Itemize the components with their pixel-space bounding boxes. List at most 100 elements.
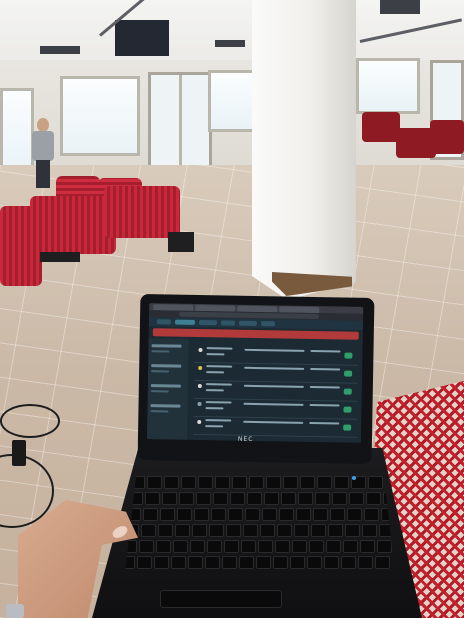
keyboard-key[interactable]: [228, 508, 243, 521]
row-action-button[interactable]: [343, 406, 352, 413]
keyboard-key[interactable]: [192, 524, 207, 537]
keyboard-key[interactable]: [326, 540, 341, 553]
keyboard-key[interactable]: [273, 556, 288, 569]
keyboard-key[interactable]: [349, 492, 364, 505]
keyboard-key[interactable]: [262, 508, 277, 521]
nav-item[interactable]: [220, 320, 236, 326]
sidebar-entry[interactable]: [151, 344, 182, 348]
nav-item[interactable]: [260, 321, 276, 327]
keyboard-key[interactable]: [247, 492, 262, 505]
keyboard-key[interactable]: [279, 508, 294, 521]
keyboard-key[interactable]: [213, 492, 228, 505]
row-action-button[interactable]: [344, 352, 353, 359]
keyboard-key[interactable]: [194, 508, 209, 521]
keyboard-key[interactable]: [330, 508, 345, 521]
keyboard-key[interactable]: [332, 492, 347, 505]
keyboard-key[interactable]: [307, 556, 322, 569]
keyboard-key[interactable]: [260, 524, 275, 537]
keyboard-key[interactable]: [347, 508, 362, 521]
keyboard-key[interactable]: [360, 540, 375, 553]
keyboard-key[interactable]: [241, 540, 256, 553]
keyboard-key[interactable]: [222, 556, 237, 569]
keyboard-key[interactable]: [366, 492, 381, 505]
sidebar-entry[interactable]: [150, 384, 181, 388]
keyboard-key[interactable]: [181, 476, 196, 489]
sidebar-entry[interactable]: [150, 404, 181, 408]
keyboard-key[interactable]: [362, 524, 377, 537]
keyboard-key[interactable]: [249, 476, 264, 489]
row-action-button[interactable]: [343, 424, 352, 431]
keyboard-key[interactable]: [143, 508, 158, 521]
keyboard-key[interactable]: [324, 556, 339, 569]
keyboard-key[interactable]: [292, 540, 307, 553]
keyboard-key[interactable]: [205, 556, 220, 569]
laptop-screen[interactable]: [146, 303, 364, 443]
keyboard-key[interactable]: [309, 540, 324, 553]
keyboard-key[interactable]: [296, 508, 311, 521]
keyboard-key[interactable]: [211, 508, 226, 521]
keyboard-key[interactable]: [364, 508, 379, 521]
keyboard-key[interactable]: [190, 540, 205, 553]
sidebar-entry[interactable]: [151, 364, 182, 368]
keyboard-key[interactable]: [290, 556, 305, 569]
keyboard-key[interactable]: [300, 476, 315, 489]
keyboard-key[interactable]: [224, 540, 239, 553]
keyboard-key[interactable]: [147, 476, 162, 489]
keyboard-key[interactable]: [179, 492, 194, 505]
keyboard-key[interactable]: [226, 524, 241, 537]
spacebar-key[interactable]: [160, 590, 282, 608]
keyboard-key[interactable]: [358, 556, 373, 569]
keyboard-key[interactable]: [188, 556, 203, 569]
keyboard-key[interactable]: [243, 524, 258, 537]
keyboard-key[interactable]: [239, 556, 254, 569]
keyboard-key[interactable]: [154, 556, 169, 569]
keyboard-key[interactable]: [298, 492, 313, 505]
keyboard-key[interactable]: [245, 508, 260, 521]
row-action-button[interactable]: [343, 388, 352, 395]
keyboard-key[interactable]: [343, 540, 358, 553]
keyboard-key[interactable]: [345, 524, 360, 537]
keyboard-key[interactable]: [311, 524, 326, 537]
keyboard-key[interactable]: [158, 524, 173, 537]
list-row[interactable]: [193, 415, 358, 438]
keyboard-key[interactable]: [145, 492, 160, 505]
keyboard-key[interactable]: [162, 492, 177, 505]
keyboard-key[interactable]: [334, 476, 349, 489]
keyboard-key[interactable]: [139, 540, 154, 553]
keyboard-key[interactable]: [294, 524, 309, 537]
keyboard-key[interactable]: [198, 476, 213, 489]
keyboard-key[interactable]: [209, 524, 224, 537]
keyboard-key[interactable]: [264, 492, 279, 505]
keyboard-key[interactable]: [368, 476, 383, 489]
nav-item[interactable]: [156, 319, 172, 325]
keyboard-key[interactable]: [160, 508, 175, 521]
keyboard-key[interactable]: [375, 556, 390, 569]
keyboard-key[interactable]: [173, 540, 188, 553]
keyboard-key[interactable]: [341, 556, 356, 569]
keyboard-key[interactable]: [328, 524, 343, 537]
nav-item[interactable]: [238, 320, 258, 327]
keyboard-key[interactable]: [215, 476, 230, 489]
keyboard-key[interactable]: [266, 476, 281, 489]
keyboard-key[interactable]: [177, 508, 192, 521]
keyboard-key[interactable]: [317, 476, 332, 489]
keyboard-key[interactable]: [256, 556, 271, 569]
keyboard-key[interactable]: [137, 556, 152, 569]
keyboard-key[interactable]: [207, 540, 222, 553]
keyboard-key[interactable]: [377, 540, 392, 553]
keyboard-key[interactable]: [232, 476, 247, 489]
nav-item[interactable]: [198, 319, 218, 326]
keyboard-key[interactable]: [171, 556, 186, 569]
keyboard-key[interactable]: [196, 492, 211, 505]
keyboard-key[interactable]: [230, 492, 245, 505]
keyboard-key[interactable]: [156, 540, 171, 553]
keyboard-key[interactable]: [141, 524, 156, 537]
keyboard-key[interactable]: [275, 540, 290, 553]
keyboard-key[interactable]: [164, 476, 179, 489]
keyboard-key[interactable]: [315, 492, 330, 505]
row-action-button[interactable]: [344, 370, 353, 377]
keyboard-key[interactable]: [283, 476, 298, 489]
keyboard-key[interactable]: [313, 508, 328, 521]
nav-item[interactable]: [174, 319, 196, 325]
keyboard-key[interactable]: [175, 524, 190, 537]
